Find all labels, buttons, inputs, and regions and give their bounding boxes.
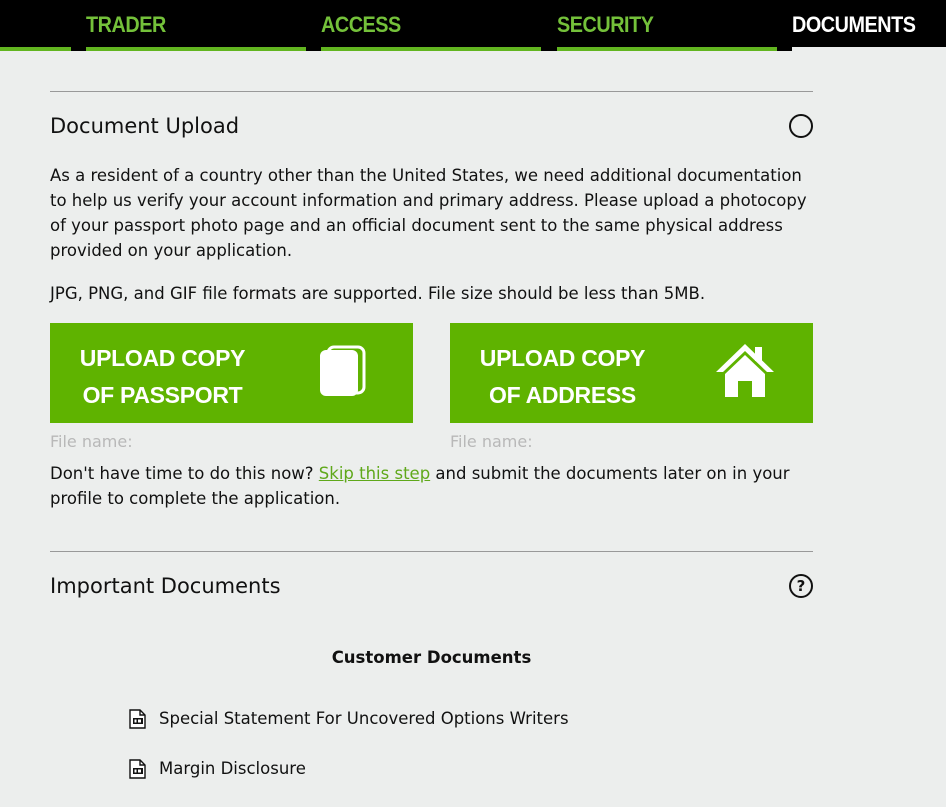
upload-passport-button[interactable]: UPLOAD COPY OF PASSPORT	[50, 323, 413, 423]
document-upload-description: As a resident of a country other than th…	[50, 166, 807, 260]
skip-prefix: Don't have time to do this now?	[50, 464, 314, 483]
tab-documents-label: DOCUMENTS	[792, 12, 916, 37]
upload-address-label-line1: UPLOAD COPY	[479, 345, 646, 371]
file-formats-note: JPG, PNG, and GIF file formats are suppo…	[50, 284, 706, 303]
tab-documents-underline	[792, 47, 946, 51]
upload-passport-label: UPLOAD COPY OF PASSPORT	[50, 340, 275, 414]
document-upload-title: Document Upload	[50, 114, 240, 138]
skip-step-link[interactable]: Skip this step	[319, 464, 430, 483]
pdf-file-icon	[129, 759, 146, 779]
section-divider	[50, 91, 813, 92]
tab-trader[interactable]: TRADER	[86, 0, 306, 51]
tab-security[interactable]: SECURITY	[557, 0, 777, 51]
home-icon	[716, 344, 774, 397]
upload-address-button[interactable]: UPLOAD COPY OF ADDRESS	[450, 323, 813, 423]
upload-address-label-line2: OF ADDRESS	[489, 382, 636, 408]
document-label: Special Statement For Uncovered Options …	[159, 709, 569, 728]
address-file-name: File name:	[450, 432, 533, 451]
circle-outline-icon	[789, 114, 813, 138]
tab-security-underline	[557, 47, 777, 51]
document-label: Margin Disclosure	[159, 759, 306, 778]
section-divider	[50, 551, 813, 552]
customer-documents-heading: Customer Documents	[331, 648, 532, 667]
important-documents-title: Important Documents	[50, 574, 281, 598]
upload-passport-label-line2: OF PASSPORT	[82, 382, 243, 408]
passport-file-name: File name:	[50, 432, 133, 451]
pdf-file-icon	[129, 709, 146, 729]
tab-access-underline	[321, 47, 541, 51]
upload-address-label: UPLOAD COPY OF ADDRESS	[450, 340, 675, 414]
tab-access[interactable]: ACCESS	[321, 0, 541, 51]
tab-trader-label: TRADER	[86, 12, 166, 37]
tab-underline-segment	[0, 47, 71, 51]
tab-bar: TRADER ACCESS SECURITY DOCUMENTS	[0, 0, 946, 51]
help-icon[interactable]: ?	[789, 574, 813, 598]
document-copy-icon	[320, 345, 366, 396]
tab-access-label: ACCESS	[321, 12, 401, 37]
tab-documents[interactable]: DOCUMENTS	[792, 0, 946, 51]
tab-trader-underline	[86, 47, 306, 51]
upload-passport-label-line1: UPLOAD COPY	[79, 345, 246, 371]
skip-step-text: Don't have time to do this now? Skip thi…	[50, 461, 810, 511]
tab-security-label: SECURITY	[557, 12, 654, 37]
